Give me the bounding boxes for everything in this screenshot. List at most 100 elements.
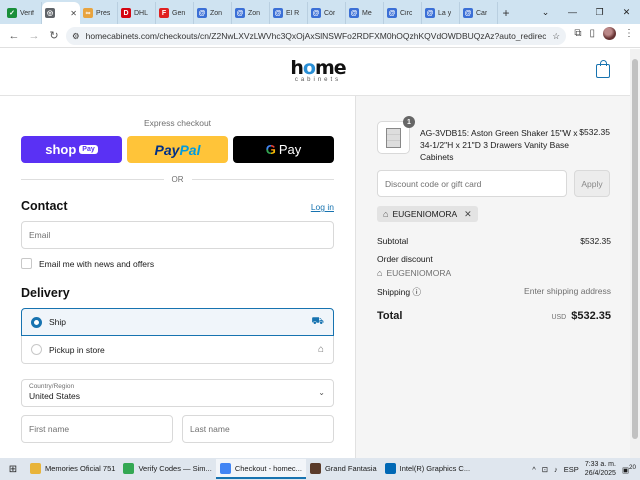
total-row: Total USD $532.35 [377, 310, 611, 322]
browser-tab[interactable]: @ Car [460, 2, 498, 24]
app-icon [219, 462, 231, 474]
browser-tab[interactable]: ∞ Pres [80, 2, 118, 24]
chevron-down-icon[interactable]: ⌄ [532, 7, 559, 18]
browser-toolbar: ← → ↻ ⚙ homecabinets.com/checkouts/cn/Z2… [0, 24, 640, 48]
tab-favicon-icon: ◎ [45, 8, 55, 18]
side-panel-icon[interactable]: ▯ [589, 28, 595, 39]
scrollbar-thumb[interactable] [632, 59, 638, 439]
close-icon[interactable]: ✕ [613, 7, 640, 18]
minimize-icon[interactable]: — [559, 7, 586, 17]
newsletter-checkbox-row[interactable]: Email me with news and offers [21, 258, 154, 269]
browser-tab[interactable]: @ Circ [384, 2, 422, 24]
store-header: home cabinets [0, 49, 630, 96]
apply-button[interactable]: Apply [574, 170, 610, 197]
windows-start-icon[interactable]: ⊞ [0, 464, 26, 475]
discount-placeholder: Discount code or gift card [385, 178, 482, 189]
shipping-row: Shipping ⓘ Enter shipping address [377, 286, 611, 298]
menu-icon[interactable]: ⋮ [624, 28, 634, 39]
clock[interactable]: 7:33 a. m. 26/4/2025 [585, 460, 616, 478]
new-tab-button[interactable]: + [498, 2, 514, 24]
taskbar-item[interactable]: Checkout - homec... [215, 459, 306, 479]
network-icon[interactable]: ⊡ [542, 465, 548, 474]
newsletter-checkbox[interactable] [21, 258, 32, 269]
browser-tab[interactable]: F Gen [156, 2, 194, 24]
tab-title: DHL [134, 9, 149, 17]
maximize-icon[interactable]: ❐ [586, 7, 613, 18]
paypal-button[interactable]: Pay Pal [127, 136, 228, 163]
browser-tab[interactable]: @ Cór [308, 2, 346, 24]
remove-code-icon[interactable]: ✕ [464, 209, 472, 220]
taskbar-item[interactable]: Verify Codes — Sim... [119, 459, 215, 479]
logo-wordmark: home [290, 57, 346, 79]
tab-title: Zon [248, 9, 261, 17]
taskbar-item[interactable]: Intel(R) Graphics C... [381, 459, 474, 479]
tab-title: La y [438, 9, 452, 17]
discount-code-input[interactable]: Discount code or gift card [377, 170, 567, 197]
browser-tab[interactable]: @ Zon [232, 2, 270, 24]
tab-favicon-icon: ∞ [83, 8, 93, 18]
checkout-form: Express checkout shop Pay Pay Pal G Pay O… [0, 96, 355, 458]
store-logo[interactable]: home cabinets [288, 57, 348, 84]
first-name-field[interactable]: First name [21, 415, 173, 443]
pickup-label: Pickup in store [49, 344, 105, 355]
country-select[interactable]: Country/Region United States ⌄ [21, 379, 334, 407]
pickup-option[interactable]: Pickup in store ⌂ [21, 336, 334, 364]
site-info-icon[interactable]: ⚙ [72, 31, 80, 42]
last-name-field[interactable]: Last name [182, 415, 334, 443]
forward-icon[interactable]: → [24, 30, 44, 42]
chevron-up-icon[interactable]: ^ [532, 465, 536, 474]
tab-close-icon[interactable]: ✕ [70, 9, 77, 18]
cabinet-image [386, 127, 401, 148]
express-checkout-label: Express checkout [143, 118, 212, 128]
google-g-icon: G [265, 142, 276, 157]
extensions-icon[interactable]: ⧉ [574, 28, 581, 39]
taskbar-item-label: Checkout - homec... [234, 463, 302, 473]
profile-avatar[interactable] [603, 27, 616, 40]
tab-favicon-icon: @ [387, 8, 397, 18]
notification-count: 20 [629, 463, 636, 471]
back-icon[interactable]: ← [4, 30, 24, 42]
email-field[interactable]: Email [21, 221, 334, 249]
url-text: homecabinets.com/checkouts/cn/Z2NwLXVzLW… [85, 31, 547, 41]
browser-tab[interactable]: @ El R [270, 2, 308, 24]
product-price: $532.35 [579, 127, 610, 137]
product-name: AG-3VDB15: Aston Green Shaker 15"W x 34-… [420, 128, 578, 162]
notification-icon[interactable]: ▣20 [622, 464, 636, 475]
taskbar-item-label: Verify Codes — Sim... [138, 463, 212, 473]
shipping-label-group: Shipping ⓘ [377, 286, 421, 298]
app-icon [123, 462, 135, 474]
language-indicator[interactable]: ESP [564, 465, 579, 474]
reload-icon[interactable]: ↻ [44, 29, 64, 42]
browser-tab[interactable]: ✓ Verif [4, 2, 42, 24]
browser-tab[interactable]: ◎ ✕ [42, 2, 80, 24]
applied-code-text: EUGENIOMORA [392, 209, 458, 219]
browser-tab[interactable]: @ La y [422, 2, 460, 24]
pickup-radio[interactable] [31, 344, 42, 355]
tab-favicon-icon: @ [463, 8, 473, 18]
shopping-bag-icon[interactable] [596, 60, 610, 78]
volume-icon[interactable]: ♪ [554, 465, 558, 474]
taskbar-item[interactable]: Memories Oficial 751 [26, 459, 119, 479]
browser-tab[interactable]: D DHL [118, 2, 156, 24]
address-bar[interactable]: ⚙ homecabinets.com/checkouts/cn/Z2NwLXVz… [66, 27, 566, 45]
total-label: Total [377, 310, 403, 322]
page-scrollbar[interactable] [630, 49, 640, 458]
shop-pay-button[interactable]: shop Pay [21, 136, 122, 163]
ship-option[interactable]: Ship ⛟ [21, 308, 334, 336]
login-link[interactable]: Log in [311, 202, 334, 212]
browser-tab[interactable]: @ Me [346, 2, 384, 24]
ship-label: Ship [49, 317, 67, 327]
tab-title: Car [476, 9, 488, 17]
help-circle-icon[interactable]: ⓘ [412, 287, 421, 297]
order-discount-label: Order discount [377, 254, 433, 264]
ship-radio[interactable] [31, 316, 42, 328]
paypal-text-2: Pal [179, 141, 201, 158]
google-pay-button[interactable]: G Pay [233, 136, 334, 163]
taskbar-item[interactable]: Grand Fantasia [306, 459, 381, 479]
browser-tab[interactable]: @ Zon [194, 2, 232, 24]
shop-pay-text: shop [45, 142, 77, 157]
tab-favicon-icon: @ [425, 8, 435, 18]
bookmark-star-icon[interactable]: ☆ [552, 31, 560, 42]
tab-title: Cór [324, 9, 336, 17]
shop-pay-badge: Pay [79, 145, 98, 154]
